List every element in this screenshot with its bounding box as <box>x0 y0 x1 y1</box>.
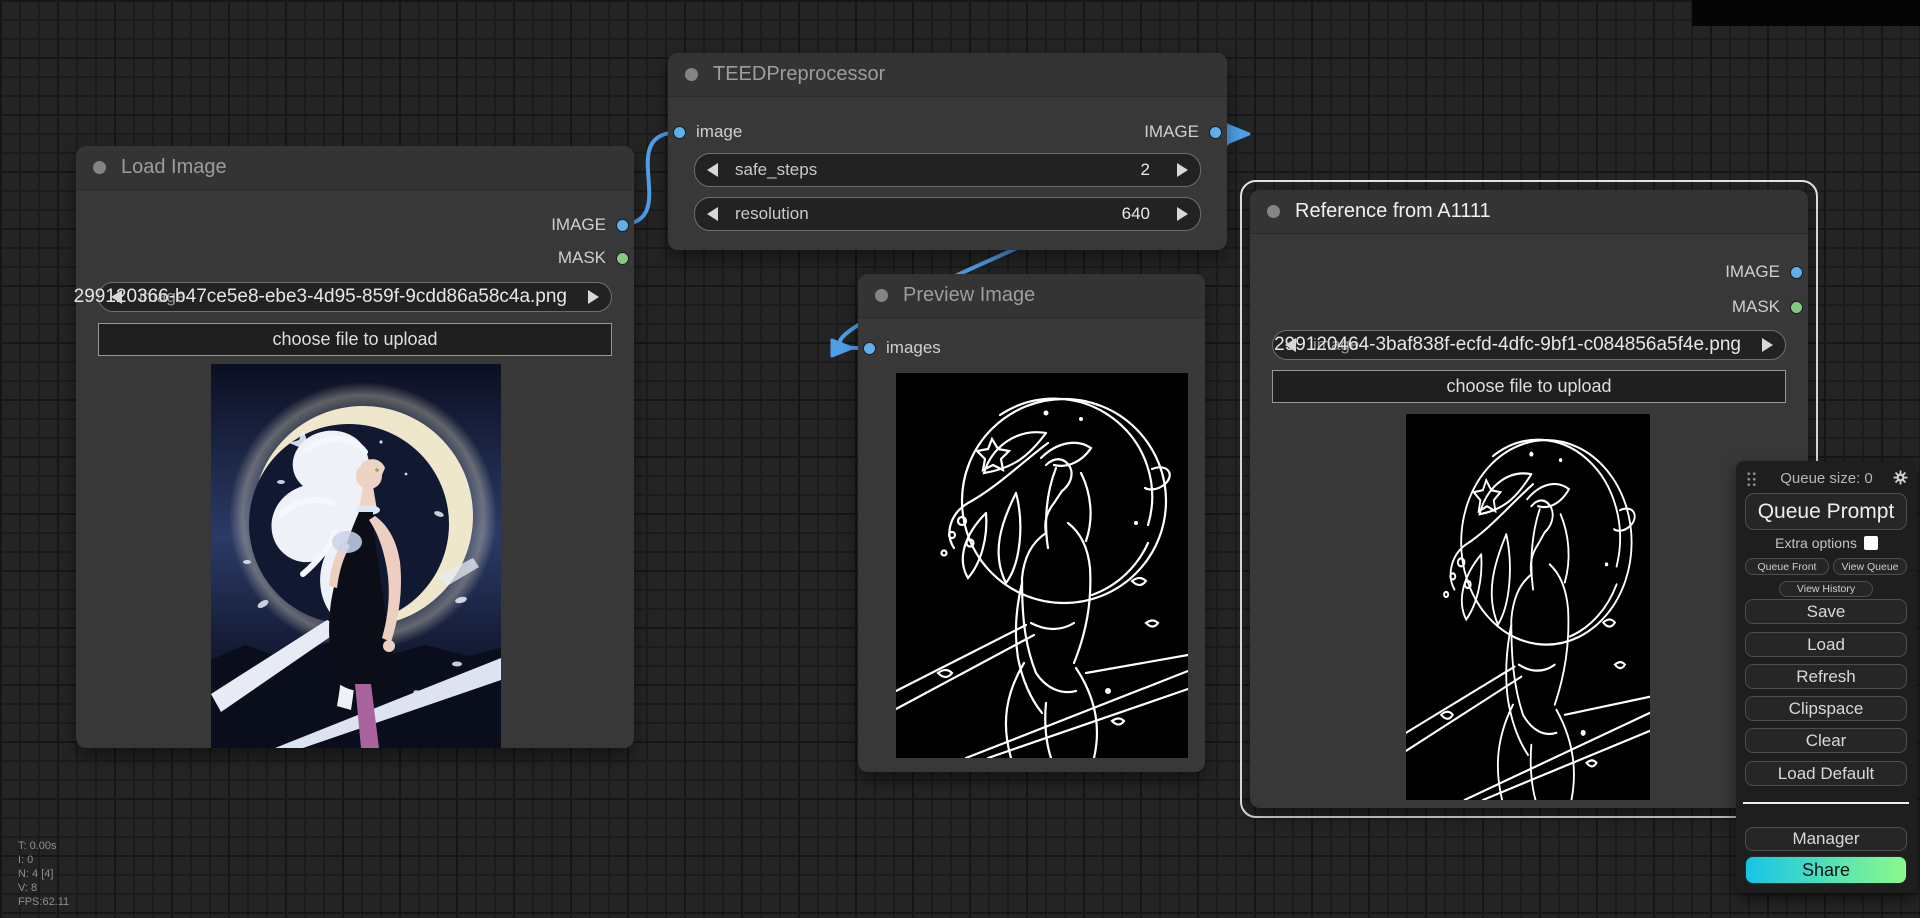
combo-value: 299120464-3baf838f-ecfd-4dfc-9bf1-c08485… <box>1274 334 1741 356</box>
output-slot-image: IMAGE <box>1144 119 1222 145</box>
stat-iterations: I: 0 <box>18 853 69 867</box>
output-slot-label: MASK <box>1732 297 1780 317</box>
node-collapse-dot-icon[interactable] <box>685 68 698 81</box>
choose-file-button[interactable]: choose file to upload <box>98 323 612 356</box>
queue-front-button[interactable]: Queue Front <box>1745 558 1829 575</box>
manager-button[interactable]: Manager <box>1745 827 1907 851</box>
image-output-dot[interactable] <box>616 219 629 232</box>
output-slot-mask: MASK <box>558 245 629 271</box>
lineart-preview-image <box>1406 414 1650 800</box>
resolution-widget[interactable]: resolution 640 <box>694 197 1201 231</box>
load-button[interactable]: Load <box>1745 632 1907 657</box>
combo-value: 299120366-b47ce5e8-ebe3-4d95-859f-9cdd86… <box>74 286 567 308</box>
output-slot-label: IMAGE <box>1725 262 1780 282</box>
widget-decrement-arrow-icon[interactable] <box>707 163 718 177</box>
input-slot-images: images <box>863 335 941 361</box>
image-output-dot[interactable] <box>1790 266 1803 279</box>
image-output-dot[interactable] <box>1209 126 1222 139</box>
image-file-combo[interactable]: image 299120464-3baf838f-ecfd-4dfc-9bf1-… <box>1272 330 1786 360</box>
settings-gear-icon[interactable] <box>1893 470 1908 490</box>
drag-handle-icon[interactable] <box>1746 471 1757 486</box>
anime-preview-image <box>211 364 501 748</box>
output-slot-mask: MASK <box>1732 294 1803 320</box>
node-title: TEEDPreprocessor <box>713 63 885 86</box>
node-reference-titlebar[interactable]: Reference from A1111 <box>1250 190 1808 234</box>
menu-header: Queue size: 0 <box>1736 468 1917 488</box>
widget-label: resolution <box>735 204 809 224</box>
stat-version: V: 8 <box>18 881 69 895</box>
node-title: Preview Image <box>903 284 1035 307</box>
stat-nodes: N: 4 [4] <box>18 867 69 881</box>
widget-value: 2 <box>1141 160 1150 180</box>
node-collapse-dot-icon[interactable] <box>875 289 888 302</box>
mask-output-dot[interactable] <box>616 252 629 265</box>
load-default-button[interactable]: Load Default <box>1745 761 1907 786</box>
output-slot-label: IMAGE <box>1144 122 1199 142</box>
extra-options-checkbox[interactable] <box>1864 536 1878 550</box>
image-file-combo[interactable]: image 299120366-b47ce5e8-ebe3-4d95-859f-… <box>98 282 612 312</box>
output-slot-label: MASK <box>558 248 606 268</box>
lineart-preview-image <box>896 373 1188 758</box>
node-reference-from-a1111[interactable]: Reference from A1111 IMAGE MASK image 29… <box>1250 190 1808 808</box>
comfy-menu-panel: Queue size: 0 Queue Prompt Extra optio <box>1736 461 1917 893</box>
combo-next-arrow-icon[interactable] <box>588 290 599 304</box>
choose-file-button[interactable]: choose file to upload <box>1272 370 1786 403</box>
image-input-dot[interactable] <box>673 126 686 139</box>
input-slot-label: images <box>886 338 941 358</box>
save-button[interactable]: Save <box>1745 599 1907 624</box>
node-teed-titlebar[interactable]: TEEDPreprocessor <box>668 53 1227 97</box>
widget-increment-arrow-icon[interactable] <box>1177 207 1188 221</box>
preview-lineart-image <box>896 373 1188 758</box>
node-preview-image[interactable]: Preview Image images <box>858 274 1205 772</box>
extra-options-label: Extra options <box>1775 535 1857 551</box>
combo-next-arrow-icon[interactable] <box>1762 338 1773 352</box>
combo-prev-arrow-icon[interactable] <box>111 290 122 304</box>
input-slot-label: image <box>696 122 742 142</box>
menu-divider <box>1743 802 1909 804</box>
combo-prev-arrow-icon[interactable] <box>1285 338 1296 352</box>
node-teed-preprocessor[interactable]: TEEDPreprocessor image IMAGE safe_steps … <box>668 53 1227 250</box>
refresh-button[interactable]: Refresh <box>1745 664 1907 689</box>
stat-fps: FPS:62.11 <box>18 895 69 909</box>
stat-time: T: 0.00s <box>18 839 69 853</box>
widget-value: 640 <box>1122 204 1150 224</box>
output-slot-image: IMAGE <box>1725 259 1803 285</box>
node-load-image[interactable]: Load Image IMAGE MASK image 299120366-b4… <box>76 146 634 748</box>
queue-prompt-button[interactable]: Queue Prompt <box>1745 493 1907 530</box>
output-slot-label: IMAGE <box>551 215 606 235</box>
mask-output-dot[interactable] <box>1790 301 1803 314</box>
widget-decrement-arrow-icon[interactable] <box>707 207 718 221</box>
node-preview-titlebar[interactable]: Preview Image <box>858 274 1205 318</box>
clear-button[interactable]: Clear <box>1745 728 1907 753</box>
extra-options-row: Extra options <box>1736 535 1917 551</box>
canvas-perf-stats: T: 0.00s I: 0 N: 4 [4] V: 8 FPS:62.11 <box>18 839 69 909</box>
top-right-black-panel <box>1692 0 1920 26</box>
images-input-dot[interactable] <box>863 342 876 355</box>
widget-increment-arrow-icon[interactable] <box>1177 163 1188 177</box>
reference-lineart-image <box>1406 414 1650 800</box>
view-queue-button[interactable]: View Queue <box>1833 558 1907 575</box>
view-history-button[interactable]: View History <box>1779 581 1873 597</box>
queue-size-label: Queue size: 0 <box>1780 470 1873 487</box>
node-title: Load Image <box>121 156 227 179</box>
output-slot-image: IMAGE <box>551 212 629 238</box>
node-load-image-titlebar[interactable]: Load Image <box>76 146 634 190</box>
clipspace-button[interactable]: Clipspace <box>1745 696 1907 721</box>
node-collapse-dot-icon[interactable] <box>1267 205 1280 218</box>
node-title: Reference from A1111 <box>1295 200 1491 223</box>
safe-steps-widget[interactable]: safe_steps 2 <box>694 153 1201 187</box>
loaded-image-preview <box>211 364 501 748</box>
input-slot-image: image <box>673 119 742 145</box>
share-button[interactable]: Share <box>1745 856 1907 884</box>
node-collapse-dot-icon[interactable] <box>93 161 106 174</box>
widget-label: safe_steps <box>735 160 817 180</box>
